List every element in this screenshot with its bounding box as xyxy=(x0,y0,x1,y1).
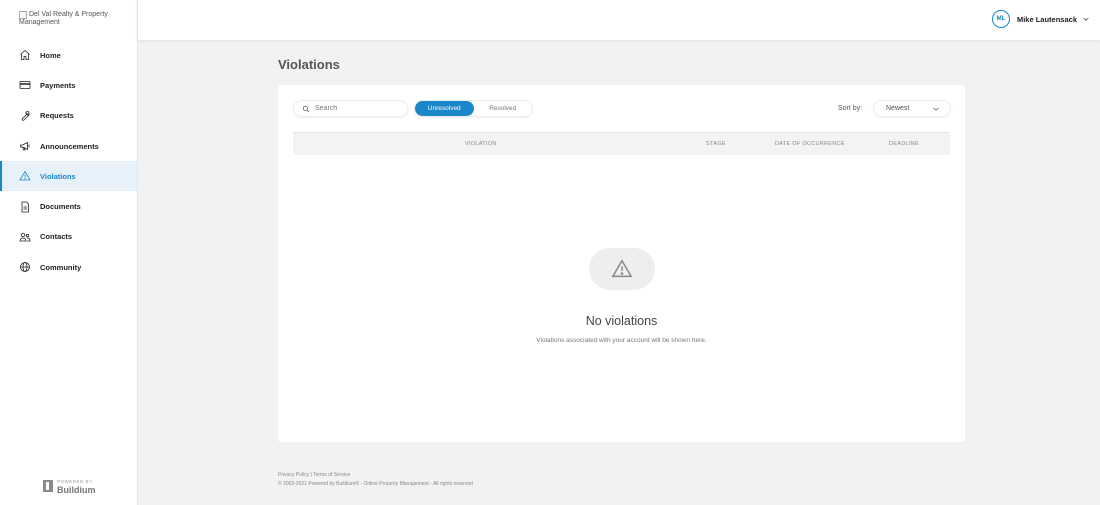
buildium-logo-icon xyxy=(43,480,53,492)
user-name: Mike Lautensack xyxy=(1016,14,1077,24)
broken-image-icon xyxy=(19,11,27,19)
search-box[interactable] xyxy=(293,100,408,117)
violations-card: Unresolved Resolved Sort by: Newest VIOL… xyxy=(278,85,965,442)
buildium-brand: Buildium xyxy=(57,485,96,495)
column-header-stage[interactable]: STAGE xyxy=(706,141,726,147)
column-header-violation[interactable]: VIOLATION xyxy=(465,141,497,147)
sidebar-item-documents[interactable]: Documents xyxy=(0,191,137,221)
sidebar-item-home[interactable]: Home xyxy=(0,40,137,70)
sidebar-item-label: Payments xyxy=(40,80,76,90)
footer-links[interactable]: Privacy Policy | Terms of Service xyxy=(278,472,350,478)
empty-state-title: No violations xyxy=(585,314,658,328)
sidebar-item-requests[interactable]: Requests xyxy=(0,101,137,131)
megaphone-icon xyxy=(19,140,31,152)
sort-select[interactable]: Newest xyxy=(873,100,951,117)
powered-by-buildium[interactable]: POWERED BY Buildium xyxy=(43,478,96,495)
sidebar-item-label: Community xyxy=(40,262,82,272)
globe-icon xyxy=(19,261,31,273)
search-icon xyxy=(302,105,310,112)
company-logo[interactable]: Del Val Realty & Property Management xyxy=(19,11,131,27)
wrench-icon xyxy=(19,110,31,122)
page-title: Violations xyxy=(278,57,340,72)
sidebar-item-contacts[interactable]: Contacts xyxy=(0,222,137,252)
empty-state-message: Violations associated with your account … xyxy=(536,337,707,344)
sidebar-item-label: Documents xyxy=(40,202,81,212)
tab-unresolved[interactable]: Unresolved xyxy=(415,101,474,116)
empty-state-warning-icon xyxy=(589,248,655,290)
sidebar-item-label: Contacts xyxy=(40,232,73,242)
sidebar-item-label: Announcements xyxy=(40,141,99,151)
chevron-down-icon xyxy=(933,107,939,111)
logo-alt-text: Del Val Realty & Property Management xyxy=(19,11,108,26)
table-header: VIOLATION STAGE DATE OF OCCURRENCE DEADL… xyxy=(293,132,950,155)
user-menu[interactable]: ML Mike Lautensack xyxy=(991,10,1090,28)
contacts-icon xyxy=(19,231,31,243)
sidebar-item-label: Home xyxy=(40,50,61,60)
column-header-deadline[interactable]: DEADLINE xyxy=(889,141,919,147)
sidebar-item-payments[interactable]: Payments xyxy=(0,70,137,100)
tab-resolved[interactable]: Resolved xyxy=(474,101,533,116)
chevron-down-icon xyxy=(1082,10,1090,28)
sidebar-item-community[interactable]: Community xyxy=(0,252,137,282)
sidebar-item-violations[interactable]: Violations xyxy=(0,161,137,192)
search-input[interactable] xyxy=(315,105,405,112)
card-icon xyxy=(19,79,31,91)
sidebar-nav: Home Payments Requests Announcements Vio… xyxy=(0,40,137,282)
sort-value: Newest xyxy=(886,105,910,112)
warning-icon xyxy=(19,170,31,182)
avatar: ML xyxy=(991,10,1010,28)
sort-label: Sort by: xyxy=(838,105,863,112)
sidebar-item-announcements[interactable]: Announcements xyxy=(0,131,137,161)
document-icon xyxy=(19,201,31,213)
sidebar-item-label: Violations xyxy=(40,171,76,181)
sidebar: Del Val Realty & Property Management Hom… xyxy=(0,0,138,505)
home-icon xyxy=(19,49,31,61)
top-header: ML Mike Lautensack xyxy=(138,0,1100,40)
sidebar-item-label: Requests xyxy=(40,111,74,121)
status-toggle: Unresolved Resolved xyxy=(414,100,533,117)
footer-copyright: © 2003-2021 Powered by Buildium® - Onlin… xyxy=(278,481,473,487)
column-header-date-of-occurrence[interactable]: DATE OF OCCURRENCE xyxy=(775,141,845,147)
